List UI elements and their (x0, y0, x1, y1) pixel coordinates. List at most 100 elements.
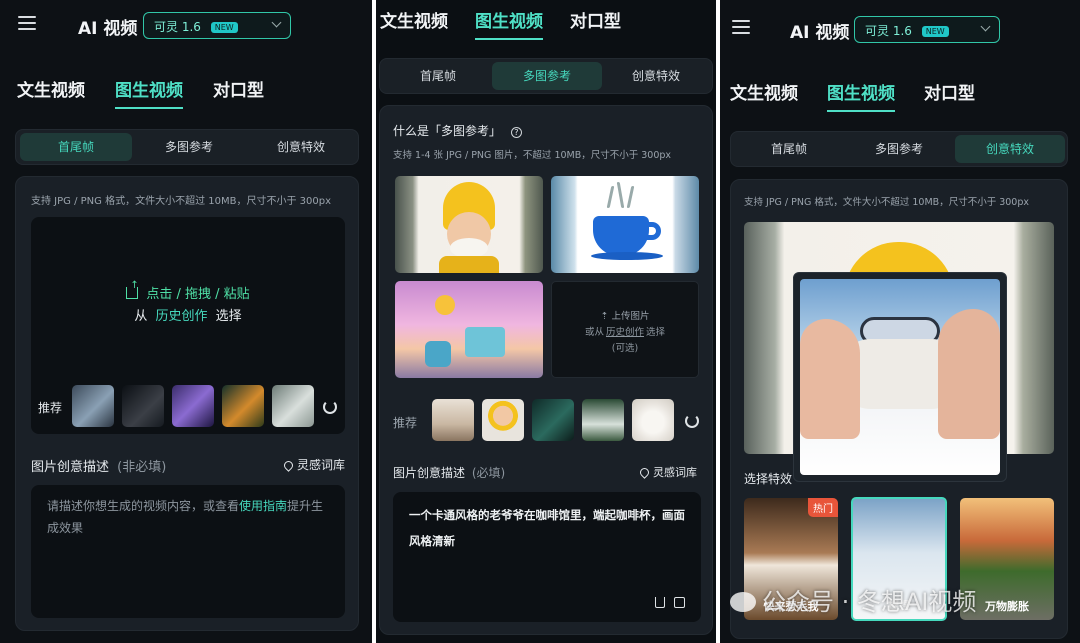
squish-preview-image (800, 279, 1000, 475)
mode-first-last-frame[interactable]: 首尾帧 (20, 133, 132, 161)
format-hint: 支持 JPG / PNG 格式，文件大小不超过 10MB，尺寸不小于 300px (744, 197, 1029, 208)
prompt-required: (必填) (471, 466, 506, 480)
panel-creative-effects: AI 视频 可灵 1.6 NEW 文生视频 图生视频 对口型 首尾帧 多图参考 … (720, 0, 1080, 643)
mode-multi-image-ref[interactable]: 多图参考 (492, 62, 602, 90)
panel-first-last-frame: AI 视频 可灵 1.6 NEW 文生视频 图生视频 对口型 首尾帧 多图参考 … (0, 0, 372, 643)
recommend-label: 推荐 (393, 416, 418, 430)
prompt-label-text: 图片创意描述 (393, 466, 466, 480)
history-link[interactable]: 历史创作 (155, 309, 207, 324)
tab-text-to-video[interactable]: 文生视频 (17, 76, 85, 101)
multi-ref-card: 什么是「多图参考」 ? 支持 1-4 张 JPG / PNG 图片，不超过 10… (379, 105, 713, 635)
ref-image-coffee-cup[interactable] (551, 176, 699, 273)
ref-image-old-man[interactable] (395, 176, 543, 273)
prompt-textarea[interactable]: 一个卡通风格的老爷爷在咖啡馆里，端起咖啡杯，画面风格清新 (393, 492, 701, 622)
upload-action[interactable]: ↑ 点击 / 拖拽 / 粘贴 (31, 281, 345, 302)
recommend-thumb[interactable] (582, 399, 624, 441)
upload-action-text: 点击 / 拖拽 / 粘贴 (146, 287, 250, 302)
mode-creative-effects[interactable]: 创意特效 (602, 62, 710, 90)
inspiration-lib-text: 灵感词库 (297, 458, 346, 472)
upload-slot-label: ⇡ 上传图片 (552, 308, 698, 322)
tab-image-to-video[interactable]: 图生视频 (475, 7, 543, 40)
recommend-thumb[interactable] (172, 385, 214, 427)
tab-lip-sync[interactable]: 对口型 (924, 79, 975, 104)
tab-image-to-video[interactable]: 图生视频 (827, 79, 895, 112)
upload-card: 支持 JPG / PNG 格式，文件大小不超过 10MB，尺寸不小于 300px… (15, 176, 359, 631)
recommend-thumb[interactable] (222, 385, 264, 427)
top-bar: AI 视频 可灵 1.6 NEW (0, 0, 372, 52)
mode-first-last-frame[interactable]: 首尾帧 (735, 135, 843, 163)
recommend-thumb[interactable] (122, 385, 164, 427)
format-hint: 支持 JPG / PNG 格式，文件大小不超过 10MB，尺寸不小于 300px (31, 196, 331, 207)
tab-text-to-video[interactable]: 文生视频 (730, 79, 798, 104)
tab-lip-sync[interactable]: 对口型 (570, 7, 621, 32)
prompt-label: 图片创意描述 (必填) (393, 464, 505, 481)
recommend-thumb[interactable] (432, 399, 474, 441)
upload-from-prefix: 从 (134, 309, 148, 324)
prompt-label-text: 图片创意描述 (31, 460, 110, 475)
upload-or-history: 或从 历史创作 选择 (552, 324, 698, 338)
mode-creative-effects[interactable]: 创意特效 (955, 135, 1065, 163)
support-hint: 支持 1-4 张 JPG / PNG 图片，不超过 10MB，尺寸不小于 300… (393, 150, 672, 161)
upload-from-history: 从 历史创作 选择 (31, 305, 345, 324)
ref-image-cafe-interior[interactable] (395, 281, 543, 378)
app-title: AI 视频 (78, 19, 138, 39)
prompt-textarea[interactable]: 请描述你想生成的视频内容，或查看使用指南提升生成效果 (31, 485, 345, 618)
what-is-title: 什么是「多图参考」 ? (393, 122, 522, 139)
prompt-text: 一个卡通风格的老爷爷在咖啡馆里，端起咖啡杯，画面风格清新 (409, 508, 685, 548)
new-badge: NEW (210, 22, 238, 33)
location-pin-icon (282, 459, 295, 472)
mode-switch: 首尾帧 多图参考 创意特效 (15, 129, 359, 165)
inspiration-lib-link[interactable]: 灵感词库 (282, 456, 346, 473)
recommend-thumb[interactable] (272, 385, 314, 427)
upload-from-suffix: 选择 (215, 309, 242, 324)
guide-link[interactable]: 使用指南 (239, 499, 287, 513)
new-badge: NEW (921, 26, 949, 37)
upload-icon: ↑ (126, 281, 139, 299)
recommend-thumb[interactable] (72, 385, 114, 427)
tab-image-to-video[interactable]: 图生视频 (115, 76, 183, 109)
hot-badge: 热门 (808, 498, 838, 517)
mode-multi-image-ref[interactable]: 多图参考 (133, 133, 245, 161)
effects-label: 选择特效 (744, 472, 793, 486)
recommend-thumb[interactable] (532, 399, 574, 441)
history-link[interactable]: 历史创作 (606, 327, 644, 338)
recommend-thumb[interactable] (482, 399, 524, 441)
menu-icon[interactable] (732, 20, 750, 36)
upload-optional: (可选) (611, 343, 639, 354)
prompt-label: 图片创意描述 (非必填) (31, 456, 166, 475)
edit-icon[interactable] (674, 597, 685, 608)
mode-switch: 首尾帧 多图参考 创意特效 (730, 131, 1068, 167)
menu-icon[interactable] (18, 16, 36, 32)
panel-multi-image-ref: 文生视频 图生视频 对口型 首尾帧 多图参考 创意特效 什么是「多图参考」 ? … (376, 0, 716, 643)
help-circle-icon[interactable]: ? (510, 127, 522, 138)
model-select[interactable]: 可灵 1.6 NEW (854, 16, 1000, 43)
tab-lip-sync[interactable]: 对口型 (213, 76, 264, 101)
chevron-down-icon (271, 17, 282, 28)
watermark-text: 公众号 · 冬想AI视频 (762, 588, 977, 616)
prompt-optional: (非必填) (117, 460, 167, 475)
upload-or-prefix: 或从 (584, 327, 604, 338)
prompt-placeholder-a: 请描述你想生成的视频内容，或查看 (47, 499, 240, 513)
model-select[interactable]: 可灵 1.6 NEW (143, 12, 291, 39)
model-name: 可灵 1.6 (865, 24, 912, 38)
tab-text-to-video[interactable]: 文生视频 (380, 7, 448, 32)
inspiration-lib-text: 灵感词库 (653, 466, 697, 479)
recommend-label: 推荐 (38, 401, 63, 415)
effect-preview-popover (793, 272, 1007, 482)
mode-multi-image-ref[interactable]: 多图参考 (845, 135, 953, 163)
upload-slot[interactable]: ⇡ 上传图片 或从 历史创作 选择 (可选) (551, 281, 699, 378)
inspiration-lib-link[interactable]: 灵感词库 (638, 464, 697, 480)
location-pin-icon (638, 466, 651, 479)
mode-first-last-frame[interactable]: 首尾帧 (384, 62, 492, 90)
upload-icon: ⇡ (600, 311, 609, 322)
trash-icon[interactable] (655, 597, 665, 608)
top-bar: AI 视频 可灵 1.6 NEW (720, 4, 1080, 56)
recommend-thumb[interactable] (632, 399, 674, 441)
refresh-icon[interactable] (685, 414, 699, 428)
model-name: 可灵 1.6 (154, 20, 201, 34)
refresh-icon[interactable] (323, 400, 337, 414)
mode-creative-effects[interactable]: 创意特效 (246, 133, 356, 161)
mode-switch: 首尾帧 多图参考 创意特效 (379, 58, 713, 94)
upload-or-suffix: 选择 (646, 327, 666, 338)
app-title: AI 视频 (790, 23, 850, 43)
